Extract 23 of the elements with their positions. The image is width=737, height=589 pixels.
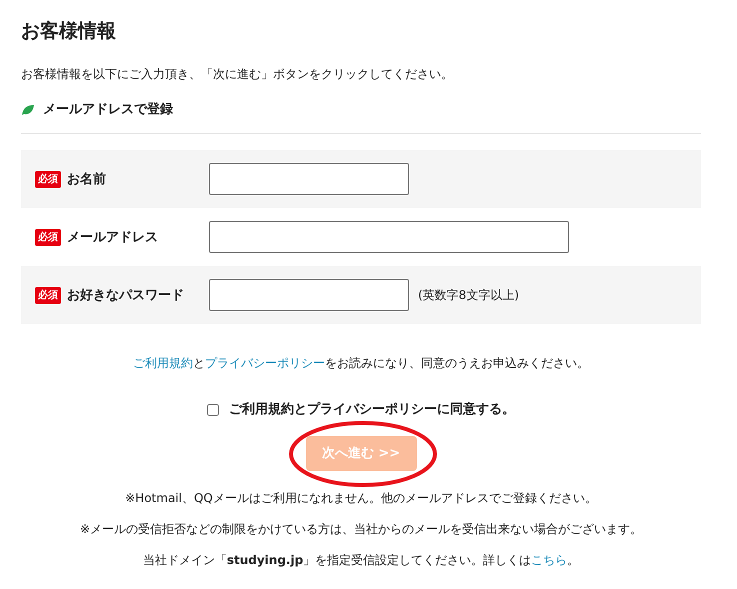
intro-text: お客様情報を以下にご入力頂き、「次に進む」ボタンをクリックしてください。	[21, 66, 454, 83]
text-link[interactable]: こちら	[531, 552, 568, 567]
leaf-icon	[21, 104, 35, 116]
page-title: お客様情報	[21, 20, 117, 43]
input-field[interactable]	[209, 163, 409, 196]
checkbox-label: ご利用規約とプライバシーポリシーに同意する。	[229, 400, 515, 420]
terms-text: ご利用規約 と プライバシーポリシー をお読みになり、同意のうえお申込みください。	[132, 355, 590, 372]
input-field[interactable]	[209, 221, 569, 254]
text-link[interactable]: ご利用規約	[133, 356, 193, 370]
text-link[interactable]: プライバシーポリシー	[205, 356, 325, 370]
field-label: メールアドレス	[67, 228, 158, 247]
field-hint: (英数字8文字以上)	[418, 287, 519, 304]
section-title: メールアドレスで登録	[43, 100, 173, 119]
field-label: お名前	[67, 170, 106, 189]
field-label: お好きなパスワード	[67, 286, 184, 305]
agree-checkbox[interactable]	[207, 404, 219, 416]
required-tag: 必須	[35, 170, 61, 188]
required-tag: 必須	[35, 228, 61, 246]
notice-text: ※メールの受信拒否などの制限をかけている方は、当社からのメールを受信出来ない場合がございます。	[78, 520, 644, 538]
required-tag: 必須	[35, 286, 61, 304]
notice-text: ※Hotmail、QQメールはご利用になれません。他のメールアドレスでご登録ください。	[124, 490, 598, 507]
input-field[interactable]	[209, 279, 409, 312]
notice-text: 当社ドメイン「studying.jp」を指定受信設定してください。詳しくは こちら。	[142, 552, 580, 569]
